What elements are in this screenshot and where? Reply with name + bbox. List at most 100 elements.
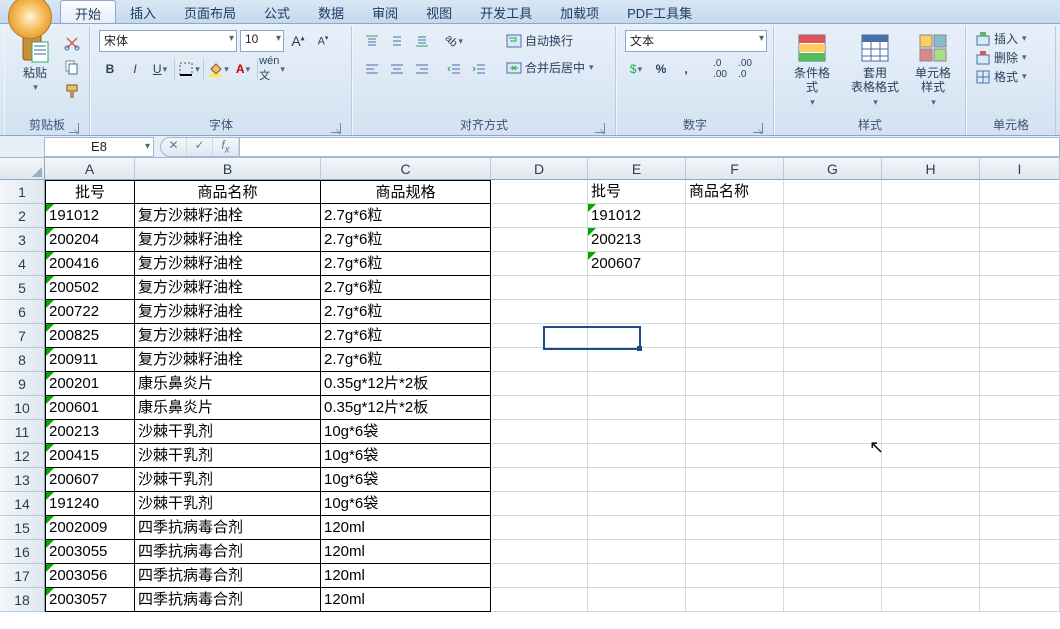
cell[interactable]: 0.35g*12片*2板	[321, 372, 491, 396]
select-all-corner[interactable]	[0, 158, 45, 180]
cell[interactable]	[491, 180, 588, 204]
cell[interactable]: 200213	[588, 228, 686, 252]
align-middle-button[interactable]	[386, 30, 408, 52]
cell[interactable]	[784, 468, 882, 492]
name-box[interactable]: E8	[44, 137, 154, 157]
cell[interactable]: 200607	[45, 468, 135, 492]
row-header[interactable]: 6	[0, 300, 45, 324]
cancel-formula-icon[interactable]: ✕	[161, 138, 187, 156]
cell[interactable]	[784, 444, 882, 468]
cell[interactable]	[980, 564, 1060, 588]
dialog-launcher-icon[interactable]	[753, 123, 763, 133]
cell[interactable]: 康乐鼻炎片	[135, 396, 321, 420]
phonetic-button[interactable]: wén文▾	[261, 58, 283, 80]
cell[interactable]	[784, 252, 882, 276]
cell[interactable]	[588, 300, 686, 324]
cell[interactable]	[980, 348, 1060, 372]
enter-formula-icon[interactable]: ✓	[187, 138, 213, 156]
cell[interactable]	[980, 324, 1060, 348]
cell[interactable]: 沙棘干乳剂	[135, 420, 321, 444]
cell[interactable]	[588, 396, 686, 420]
cell[interactable]: 120ml	[321, 540, 491, 564]
row-header[interactable]: 10	[0, 396, 45, 420]
wrap-text-button[interactable]: 自动换行	[500, 30, 600, 51]
format-cells-button[interactable]: 格式▾	[975, 68, 1027, 85]
column-header[interactable]: B	[135, 158, 321, 180]
cell[interactable]	[980, 492, 1060, 516]
cell[interactable]: 商品名称	[135, 180, 321, 204]
tab-layout[interactable]: 页面布局	[170, 0, 250, 23]
merge-center-button[interactable]: 合并后居中▾	[500, 57, 600, 78]
cell[interactable]	[784, 564, 882, 588]
cell[interactable]	[882, 492, 980, 516]
cell[interactable]	[882, 564, 980, 588]
row-header[interactable]: 7	[0, 324, 45, 348]
row-header[interactable]: 12	[0, 444, 45, 468]
cell[interactable]: 10g*6袋	[321, 444, 491, 468]
paste-button[interactable]: 粘贴 ▾	[13, 30, 57, 95]
cell[interactable]: 四季抗病毒合剂	[135, 564, 321, 588]
cell[interactable]	[882, 468, 980, 492]
cell[interactable]	[882, 396, 980, 420]
cell[interactable]	[882, 540, 980, 564]
cell[interactable]: 商品名称	[686, 180, 784, 204]
cell[interactable]: 0.35g*12片*2板	[321, 396, 491, 420]
tab-insert[interactable]: 插入	[116, 0, 170, 23]
cell[interactable]	[491, 396, 588, 420]
row-header[interactable]: 2	[0, 204, 45, 228]
row-header[interactable]: 8	[0, 348, 45, 372]
cell[interactable]	[588, 492, 686, 516]
font-size-combo[interactable]: 10	[240, 30, 284, 52]
cell[interactable]	[784, 588, 882, 612]
italic-button[interactable]: I	[124, 58, 146, 80]
cell[interactable]	[882, 252, 980, 276]
cell[interactable]	[686, 468, 784, 492]
cell[interactable]: 200607	[588, 252, 686, 276]
cell[interactable]: 2.7g*6粒	[321, 204, 491, 228]
conditional-format-button[interactable]: 条件格式▾	[783, 30, 841, 110]
cell[interactable]: 200416	[45, 252, 135, 276]
cell[interactable]	[686, 204, 784, 228]
cell[interactable]	[686, 588, 784, 612]
row-header[interactable]: 18	[0, 588, 45, 612]
cell[interactable]	[784, 492, 882, 516]
cell[interactable]	[980, 228, 1060, 252]
cell[interactable]	[882, 228, 980, 252]
cell[interactable]	[882, 324, 980, 348]
cell[interactable]	[491, 468, 588, 492]
align-right-button[interactable]	[411, 58, 433, 80]
formula-input[interactable]	[240, 137, 1060, 157]
cell[interactable]: 2.7g*6粒	[321, 228, 491, 252]
column-header[interactable]: H	[882, 158, 980, 180]
font-color-button[interactable]: A▾	[232, 58, 254, 80]
cell[interactable]	[588, 276, 686, 300]
cell[interactable]: 200911	[45, 348, 135, 372]
dialog-launcher-icon[interactable]	[331, 123, 341, 133]
cell[interactable]	[980, 204, 1060, 228]
underline-button[interactable]: U▾	[149, 58, 171, 80]
number-format-combo[interactable]: 文本	[625, 30, 767, 52]
cell[interactable]: 200204	[45, 228, 135, 252]
cell[interactable]	[686, 324, 784, 348]
cell[interactable]: 复方沙棘籽油栓	[135, 324, 321, 348]
currency-button[interactable]: $▾	[625, 58, 647, 80]
cell[interactable]: 200825	[45, 324, 135, 348]
cell[interactable]: 复方沙棘籽油栓	[135, 252, 321, 276]
cell[interactable]: 120ml	[321, 588, 491, 612]
cell[interactable]: 10g*6袋	[321, 468, 491, 492]
cell[interactable]	[882, 444, 980, 468]
tab-data[interactable]: 数据	[304, 0, 358, 23]
cell[interactable]	[784, 396, 882, 420]
tab-dev[interactable]: 开发工具	[466, 0, 546, 23]
row-header[interactable]: 11	[0, 420, 45, 444]
cell[interactable]: 10g*6袋	[321, 492, 491, 516]
cell[interactable]	[588, 516, 686, 540]
cell[interactable]	[882, 348, 980, 372]
cell[interactable]: 四季抗病毒合剂	[135, 588, 321, 612]
cell[interactable]	[980, 468, 1060, 492]
cell[interactable]	[491, 276, 588, 300]
cell[interactable]	[588, 540, 686, 564]
cell[interactable]	[980, 444, 1060, 468]
column-header[interactable]: D	[491, 158, 588, 180]
cell[interactable]: 200415	[45, 444, 135, 468]
